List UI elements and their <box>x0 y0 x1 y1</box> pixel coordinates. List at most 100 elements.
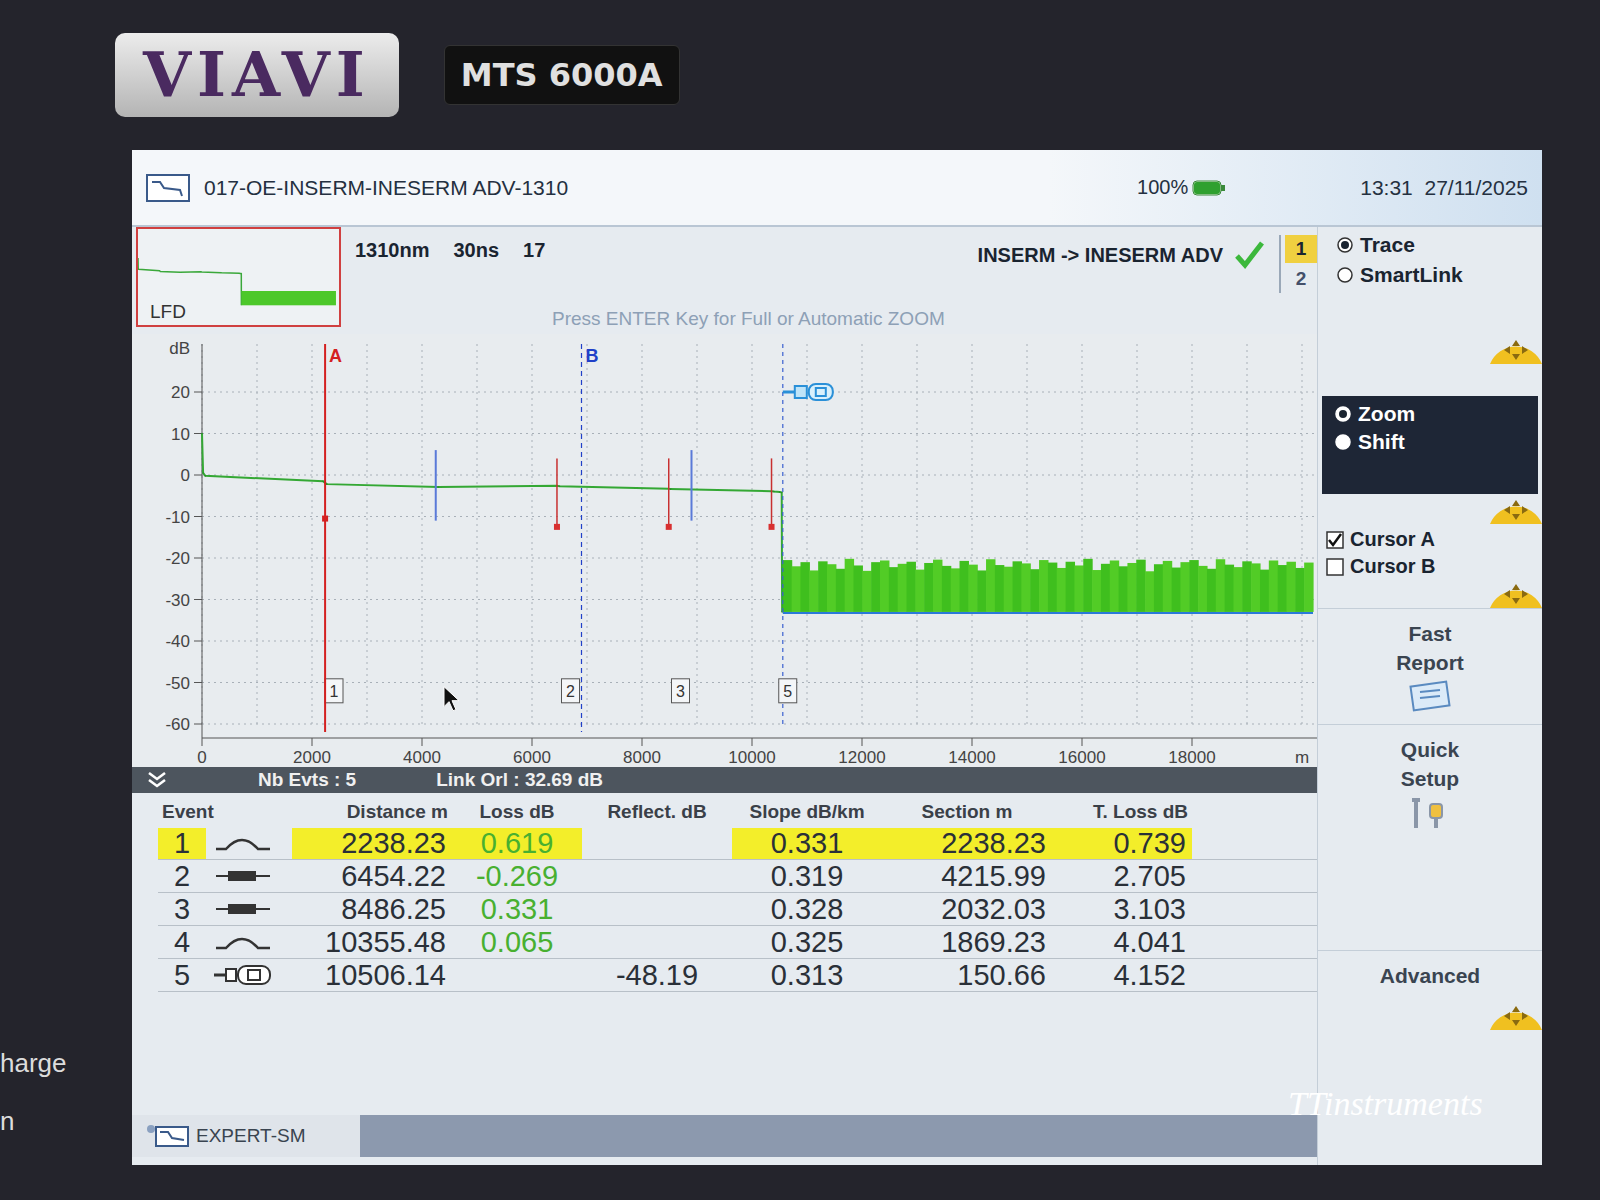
knob-row <box>1318 1000 1542 1030</box>
grid-line <box>862 344 863 724</box>
knob-row <box>1318 578 1542 608</box>
noise-bar <box>1092 570 1101 612</box>
events-summary-bar: Nb Evts : 5Link Orl : 32.69 dB <box>132 767 1317 793</box>
action-label: Quick Setup <box>1375 735 1485 794</box>
radio-label: Trace <box>1360 233 1415 257</box>
noise-bar <box>1233 567 1242 612</box>
table-row[interactable]: 38486.250.3310.3282032.033.103 <box>158 893 1317 926</box>
cursor-checkbox[interactable]: Cursor A <box>1318 528 1542 551</box>
grid-line <box>697 344 698 724</box>
noise-bar <box>1004 567 1013 612</box>
noise-bar <box>1189 560 1198 612</box>
table-row[interactable]: 510506.14-48.190.313150.664.152 <box>158 959 1317 992</box>
checkbox-icon <box>1326 558 1344 576</box>
trace-point <box>326 483 328 485</box>
action-button[interactable]: Fast Report <box>1318 608 1542 724</box>
marker-line <box>691 450 693 521</box>
navigation-knob-icon <box>1486 334 1542 364</box>
grid-line <box>202 682 1317 683</box>
noise-bar <box>951 568 960 612</box>
grid-line <box>202 641 1317 642</box>
radio-option[interactable]: Zoom <box>1334 402 1526 426</box>
event-label: 5 <box>783 683 792 700</box>
event-kind <box>206 862 292 890</box>
table-row[interactable]: 410355.480.0650.3251869.234.041 <box>158 926 1317 959</box>
checkbox-icon <box>1326 531 1344 549</box>
action-button[interactable]: Advanced <box>1318 950 1542 1000</box>
noise-bar <box>1101 564 1110 612</box>
noise-bar <box>1304 563 1313 612</box>
cursor-point <box>322 516 328 522</box>
model-label: MTS 6000A <box>444 45 680 105</box>
axis-tick <box>194 724 202 725</box>
knob-row <box>1318 494 1542 524</box>
axis-tick <box>194 433 202 434</box>
radio-option[interactable]: Shift <box>1334 430 1526 454</box>
total-cell: 4.041 <box>1052 927 1192 958</box>
noise-bar <box>889 567 898 612</box>
event-number: 1 <box>158 828 206 859</box>
setup-label: EXPERT-SM <box>196 1125 305 1147</box>
setup-tab[interactable]: EXPERT-SM <box>132 1115 360 1157</box>
noise-bar <box>1127 563 1136 612</box>
column-header: Reflect. dB <box>582 801 732 823</box>
trace-setup-icon <box>146 1124 190 1148</box>
noise-bar <box>942 566 951 612</box>
axis-tick <box>194 641 202 642</box>
bezel-label: harge <box>0 1048 67 1079</box>
trace-panel: LFD1310nm30ns17INSERM -> INESERM ADV12Pr… <box>132 227 1317 1165</box>
section-cell: 1869.23 <box>882 927 1052 958</box>
radio-option[interactable]: Trace <box>1336 233 1542 257</box>
loss-cell: 0.331 <box>452 894 582 925</box>
cursor-checkbox[interactable]: Cursor B <box>1318 555 1542 578</box>
trace-point <box>773 491 775 493</box>
x-unit: m <box>1295 748 1309 767</box>
trace-tab[interactable]: 2 <box>1285 265 1317 293</box>
otdr-chart[interactable]: 20100-10-20-30-40-50-60dB020004000600080… <box>132 334 1317 767</box>
grid-line <box>1027 344 1028 724</box>
splice-event-icon <box>212 895 272 923</box>
radio-label: SmartLink <box>1360 263 1463 287</box>
noise-bar <box>1013 561 1022 612</box>
column-header: Event <box>158 801 292 823</box>
axis-tick <box>194 558 202 559</box>
axis-tick <box>194 599 202 600</box>
distance-cell: 8486.25 <box>292 894 452 925</box>
grid-line <box>752 344 753 724</box>
radio-button-icon <box>1334 433 1352 451</box>
brand-logo: VIAVI <box>115 33 399 116</box>
cursor-line[interactable] <box>581 344 582 732</box>
table-row[interactable]: 12238.230.6190.3312238.230.739 <box>158 827 1317 860</box>
title-bar: 017-OE-INSERM-INESERM ADV-1310100%13:31 … <box>132 150 1542 227</box>
overview-thumbnail[interactable]: LFD <box>136 227 341 327</box>
trace-point <box>438 486 440 488</box>
radio-option[interactable]: SmartLink <box>1336 263 1542 287</box>
action-button[interactable]: Quick Setup <box>1318 724 1542 840</box>
noise-bar <box>853 565 862 611</box>
zoom-mode: Zoom Shift <box>1322 396 1538 494</box>
clock: 13:31 27/11/2025 <box>1360 176 1528 200</box>
noise-bar <box>809 570 818 612</box>
event-tick <box>556 458 558 529</box>
table-row[interactable]: 26454.22-0.2690.3194215.992.705 <box>158 860 1317 893</box>
reflect-cell: -48.19 <box>582 960 732 991</box>
grid-line <box>1302 344 1303 724</box>
axis-tick <box>194 475 202 476</box>
noise-bar <box>880 560 889 611</box>
y-tick-label: -30 <box>165 591 190 610</box>
trace-file-icon <box>146 174 190 202</box>
action-label: Advanced <box>1380 961 1480 990</box>
trace-tab[interactable]: 1 <box>1285 235 1317 263</box>
distance-cell: 2238.23 <box>292 828 452 859</box>
grid-line <box>202 724 1317 725</box>
x-tick-label: 10000 <box>728 748 775 767</box>
cursor-label: B <box>586 346 599 366</box>
trace-point <box>205 475 207 477</box>
wavelength: 1310nm <box>355 239 430 262</box>
cursor-line[interactable] <box>324 344 326 732</box>
x-tick-label: 0 <box>197 748 206 767</box>
event-label-box <box>325 679 343 703</box>
event-tick <box>771 458 773 529</box>
grid-line <box>202 558 1317 559</box>
axis-tick <box>862 738 863 746</box>
